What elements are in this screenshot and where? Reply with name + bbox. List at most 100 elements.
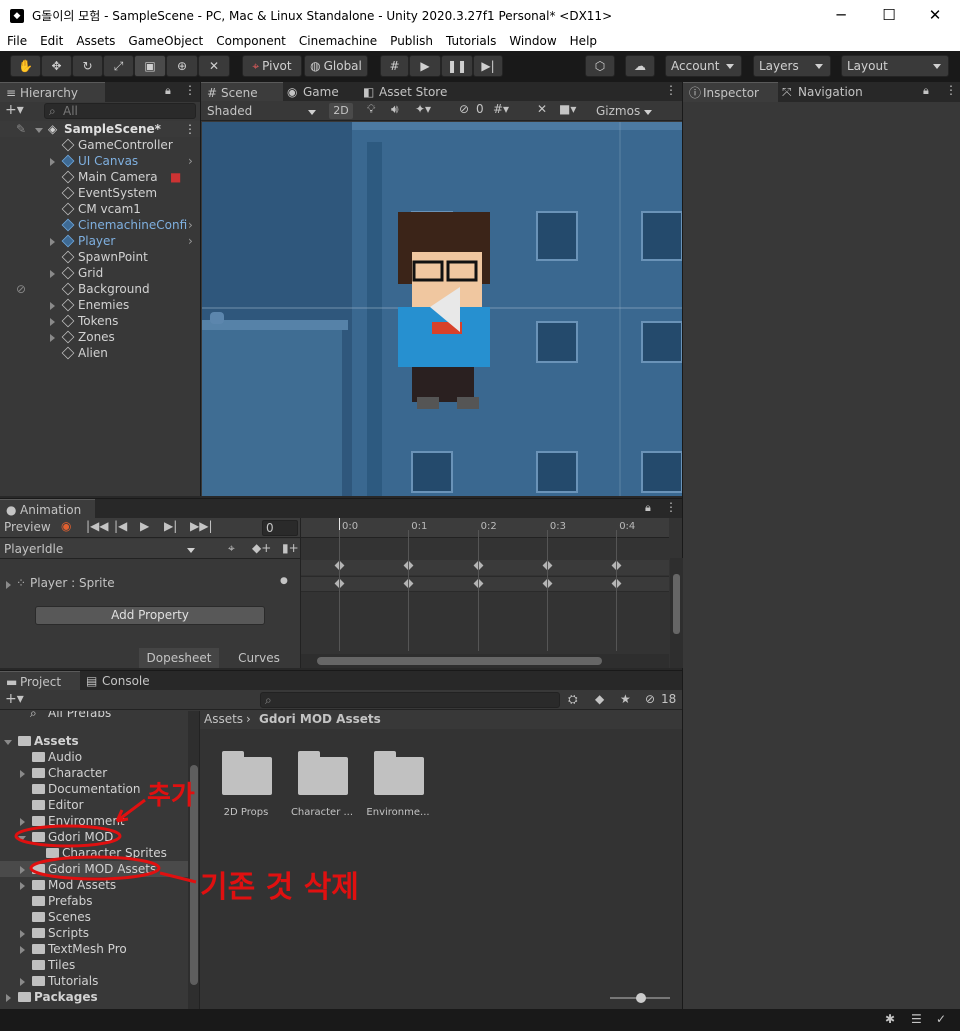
favorites-icon[interactable]: ★: [620, 692, 631, 706]
collab-icon[interactable]: ⬡: [585, 55, 615, 77]
animation-lock-icon[interactable]: 🔒︎: [645, 501, 651, 515]
last-key-button[interactable]: ▶▶|: [190, 519, 213, 533]
animation-more-icon[interactable]: ⋮: [665, 500, 677, 514]
bug-icon[interactable]: ✱: [885, 1012, 895, 1026]
layers-dropdown[interactable]: Layers: [753, 55, 831, 77]
project-add-icon[interactable]: +▾: [5, 691, 24, 707]
timeline-hscroll[interactable]: [301, 654, 669, 668]
tree-item[interactable]: Tiles: [0, 957, 188, 973]
next-key-button[interactable]: ▶|: [164, 519, 177, 533]
foldout-arrow-icon[interactable]: [6, 994, 15, 1002]
play-animation-button[interactable]: ▶: [140, 519, 149, 533]
hierarchy-item[interactable]: EventSystem: [0, 185, 200, 201]
tab-navigation[interactable]: ⤧ Navigation: [778, 82, 888, 102]
hierarchy-item[interactable]: GameController: [0, 137, 200, 153]
hierarchy-item[interactable]: CinemachineConfi ›: [0, 217, 200, 233]
record-button[interactable]: ◉: [61, 519, 71, 533]
menu-file[interactable]: File: [7, 34, 27, 48]
effects-icon[interactable]: ✦▾: [415, 102, 431, 116]
menu-help[interactable]: Help: [570, 34, 597, 48]
gizmos-dropdown[interactable]: Gizmos: [593, 102, 659, 120]
scene-more-icon[interactable]: ⋮: [665, 83, 677, 97]
tab-asset-store[interactable]: ◧ Asset Store: [359, 82, 469, 102]
property-foldout-icon[interactable]: [6, 581, 15, 589]
hidden-objects-icon[interactable]: ⊘: [459, 102, 469, 116]
hidden-packages-icon[interactable]: ⊘: [645, 692, 655, 706]
chevron-right-icon[interactable]: ›: [188, 217, 193, 233]
lock-icon[interactable]: 🔒︎: [165, 84, 171, 98]
hierarchy-item[interactable]: CM vcam1: [0, 201, 200, 217]
project-search-input[interactable]: ⌕: [260, 692, 560, 708]
menu-tutorials[interactable]: Tutorials: [446, 34, 496, 48]
menu-assets[interactable]: Assets: [76, 34, 115, 48]
shading-mode-dropdown[interactable]: Shaded: [203, 102, 323, 120]
hierarchy-search-input[interactable]: ⌕ All: [44, 103, 196, 119]
minimize-button[interactable]: ─: [818, 0, 864, 31]
foldout-arrow-icon[interactable]: [20, 978, 29, 986]
transform-tool-icon[interactable]: ⊕: [166, 55, 198, 77]
rect-tool-icon[interactable]: ▣: [134, 55, 166, 77]
menu-gameobject[interactable]: GameObject: [128, 34, 203, 48]
foldout-arrow-icon[interactable]: [50, 270, 59, 278]
tab-hierarchy[interactable]: ≡ Hierarchy: [0, 82, 105, 102]
hierarchy-item[interactable]: UI Canvas ›: [0, 153, 200, 169]
hierarchy-item[interactable]: Alien: [0, 345, 200, 361]
menu-window[interactable]: Window: [509, 34, 556, 48]
curves-tab[interactable]: Curves: [219, 648, 299, 668]
tools-icon[interactable]: ✕: [537, 102, 547, 116]
tab-project[interactable]: ▬ Project: [0, 671, 80, 691]
tree-item[interactable]: Assets: [0, 733, 188, 749]
scene-row[interactable]: ✎ ◈ SampleScene* ⋮: [0, 121, 200, 137]
scene-menu-icon[interactable]: ⋮: [184, 121, 196, 137]
tree-item[interactable]: Scripts: [0, 925, 188, 941]
check-icon[interactable]: ✓: [936, 1012, 946, 1026]
search-by-label-icon[interactable]: ◆: [595, 692, 604, 706]
tab-inspector[interactable]: ⓘ Inspector: [683, 82, 778, 102]
account-dropdown[interactable]: Account: [665, 55, 742, 77]
lighting-icon[interactable]: 💡︎: [367, 102, 375, 117]
tab-console[interactable]: ▤ Console: [82, 671, 162, 691]
inspector-more-icon[interactable]: ⋮: [945, 83, 957, 97]
hierarchy-item[interactable]: SpawnPoint: [0, 249, 200, 265]
chevron-right-icon[interactable]: ›: [188, 153, 193, 169]
menu-edit[interactable]: Edit: [40, 34, 63, 48]
tree-item[interactable]: Audio: [0, 749, 188, 765]
tree-item-all-prefabs[interactable]: ⌕ All Prefabs: [0, 711, 188, 721]
hand-tool-icon[interactable]: ✋: [10, 55, 41, 77]
first-key-button[interactable]: |◀◀: [86, 519, 109, 533]
hierarchy-item[interactable]: Zones: [0, 329, 200, 345]
menu-component[interactable]: Component: [216, 34, 286, 48]
layout-dropdown[interactable]: Layout: [841, 55, 949, 77]
clip-dropdown[interactable]: PlayerIdle: [2, 540, 202, 558]
dopesheet-tab[interactable]: Dopesheet: [139, 648, 219, 668]
hierarchy-item[interactable]: Tokens: [0, 313, 200, 329]
more-menu-icon[interactable]: ⋮: [184, 83, 196, 97]
global-toggle[interactable]: ◍ Global: [304, 55, 368, 77]
event-marker-icon[interactable]: ▮+: [282, 541, 299, 555]
foldout-arrow-icon[interactable]: [35, 128, 43, 137]
close-button[interactable]: ✕: [912, 0, 958, 31]
foldout-arrow-icon[interactable]: [50, 158, 59, 166]
timeline-area[interactable]: 0:0 0:1 0:2 0:3 0:4: [300, 518, 683, 668]
visibility-icon[interactable]: ✎: [16, 121, 26, 137]
hierarchy-item[interactable]: Enemies: [0, 297, 200, 313]
tab-game[interactable]: ◉ Game: [283, 82, 359, 102]
prev-key-button[interactable]: |◀: [114, 519, 127, 533]
inspector-lock-icon[interactable]: 🔒︎: [923, 84, 929, 98]
foldout-arrow-icon[interactable]: [50, 318, 59, 326]
camera-icon[interactable]: ■▾: [559, 102, 576, 116]
foldout-arrow-icon[interactable]: [20, 946, 29, 954]
zoom-slider[interactable]: [610, 993, 670, 1003]
scene-viewport[interactable]: [202, 122, 683, 496]
toggle-2d-button[interactable]: 2D: [329, 103, 353, 119]
foldout-arrow-icon[interactable]: [50, 302, 59, 310]
tree-item[interactable]: TextMesh Pro: [0, 941, 188, 957]
add-property-button[interactable]: Add Property: [35, 606, 265, 625]
foldout-arrow-icon[interactable]: [4, 740, 12, 749]
add-keyframe-icon[interactable]: ⌖: [228, 541, 235, 556]
hierarchy-item[interactable]: Background: [0, 281, 200, 297]
cloud-icon[interactable]: ☁: [625, 55, 655, 77]
move-tool-icon[interactable]: ✥: [41, 55, 72, 77]
property-key-icon[interactable]: ●: [280, 576, 288, 586]
tab-scene[interactable]: # Scene: [201, 82, 283, 102]
